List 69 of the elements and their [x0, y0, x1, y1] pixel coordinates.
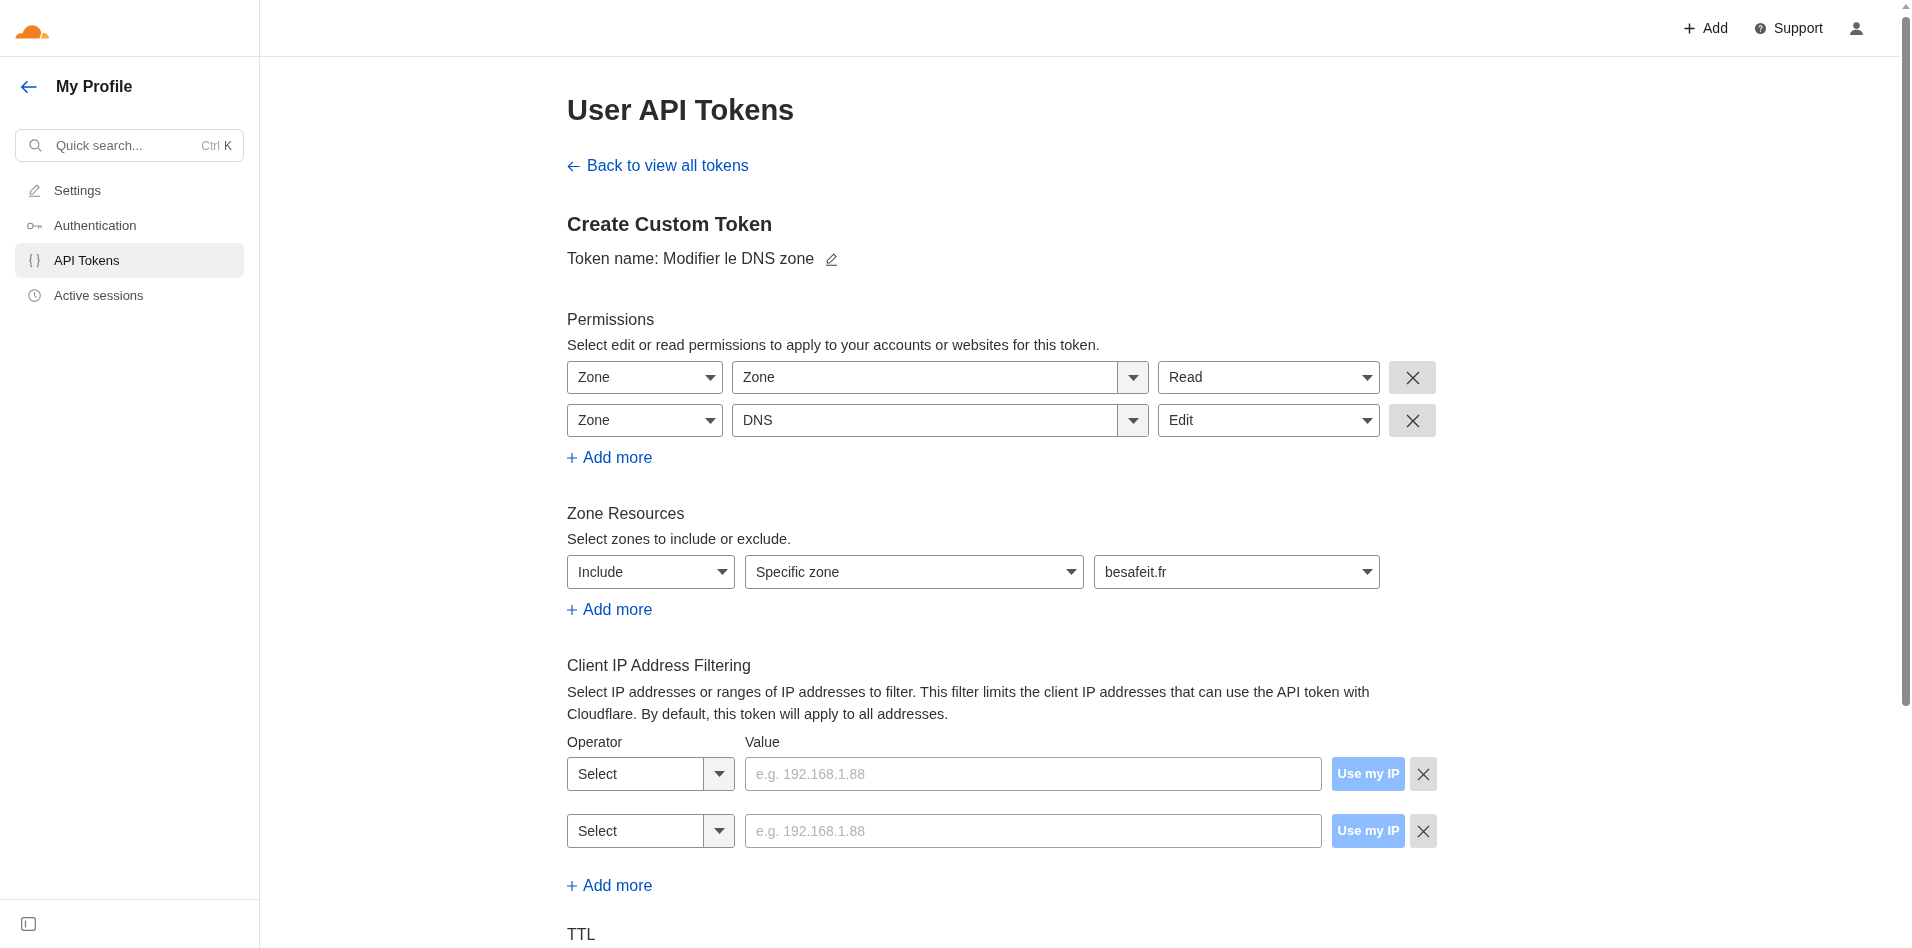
close-icon	[1405, 370, 1420, 385]
caret-icon	[1362, 569, 1373, 575]
permission-type-dropdown[interactable]: Zone	[567, 404, 723, 437]
back-link[interactable]: Back to view all tokens	[567, 156, 749, 176]
section-title: Client IP Address Filtering	[567, 656, 752, 676]
profile-title: My Profile	[56, 77, 133, 97]
caret-icon	[1117, 362, 1148, 393]
caret-icon	[705, 374, 716, 381]
close-icon	[1417, 824, 1430, 838]
user-icon[interactable]	[1850, 21, 1863, 35]
section-title: TTL	[567, 925, 597, 944]
plus-icon	[567, 605, 577, 615]
pencil-icon[interactable]	[825, 252, 839, 266]
website-dropdown[interactable]: besafeit.fr	[1094, 555, 1380, 589]
caret-icon	[717, 569, 728, 575]
clock-icon	[28, 289, 41, 302]
braces-icon	[28, 253, 41, 268]
close-icon	[1417, 767, 1430, 781]
key-icon	[27, 221, 42, 230]
add-more-link[interactable]: Add more	[567, 876, 653, 896]
remove-button[interactable]	[1410, 757, 1437, 791]
field-label: Operator	[567, 733, 624, 751]
caret-icon	[703, 815, 734, 847]
permission-type-dropdown[interactable]: Zone	[567, 361, 723, 394]
sidebar-item[interactable]: Active sessions	[15, 278, 244, 313]
panel-icon[interactable]	[21, 917, 36, 931]
shortcut-hint: Ctrl	[201, 137, 220, 155]
permission-group-dropdown[interactable]: Zone	[732, 361, 1149, 394]
arrow-left-icon	[567, 160, 580, 172]
plus-icon	[1684, 22, 1696, 34]
section-title: Zone Resources	[567, 504, 686, 524]
permission-group-dropdown[interactable]: DNS	[732, 404, 1149, 437]
access-level-dropdown[interactable]: Read	[1158, 361, 1380, 394]
caret-icon	[1066, 569, 1077, 575]
cloud-logo-icon[interactable]	[14, 22, 50, 40]
scrollbar-thumb[interactable]	[1901, 17, 1910, 706]
caret-icon	[1362, 374, 1373, 381]
sidebar-item[interactable]: Settings	[15, 173, 244, 208]
pencil-icon	[28, 184, 41, 197]
caret-icon	[1362, 417, 1373, 424]
sidebar-item[interactable]: API Tokens	[15, 243, 244, 278]
add-more-link[interactable]: Add more	[567, 448, 653, 468]
caret-icon	[705, 417, 716, 424]
section-description: Select edit or read permissions to apply to your accounts or websites for this token.	[567, 336, 1101, 354]
sidebar-item[interactable]: Authentication	[15, 208, 244, 243]
token-name: Token name: Modifier le DNS zone	[567, 249, 815, 269]
include-mode-dropdown[interactable]: Include	[567, 555, 735, 589]
caret-icon	[1117, 405, 1148, 436]
field-label: Value	[745, 733, 780, 751]
access-level-dropdown[interactable]: Edit	[1158, 404, 1380, 437]
section-title: Permissions	[567, 310, 656, 330]
support-button[interactable]: Support	[1754, 17, 1823, 39]
section-description: Select IP addresses or ranges of IP addresses to filter. This filter limits the client IP addresses that can use the API token with Cloudflare. By default, this token will apply to all addresses.	[567, 683, 1371, 724]
page-title: User API Tokens	[567, 93, 796, 128]
plus-icon	[567, 881, 577, 891]
shortcut-hint: K	[224, 137, 232, 155]
add-button[interactable]: Add	[1684, 17, 1728, 39]
zone-scope-dropdown[interactable]: Specific zone	[745, 555, 1084, 589]
add-more-link[interactable]: Add more	[567, 600, 653, 620]
back-arrow-icon[interactable]	[20, 80, 37, 94]
plus-icon	[567, 453, 577, 463]
caret-icon	[703, 758, 734, 790]
form-title: Create Custom Token	[567, 212, 774, 236]
scroll-up-icon[interactable]	[1901, 4, 1910, 9]
section-description: Select zones to include or exclude.	[567, 530, 793, 548]
search-icon	[29, 139, 42, 152]
remove-button[interactable]	[1410, 814, 1437, 848]
close-icon	[1405, 413, 1420, 428]
help-icon	[1754, 22, 1766, 34]
